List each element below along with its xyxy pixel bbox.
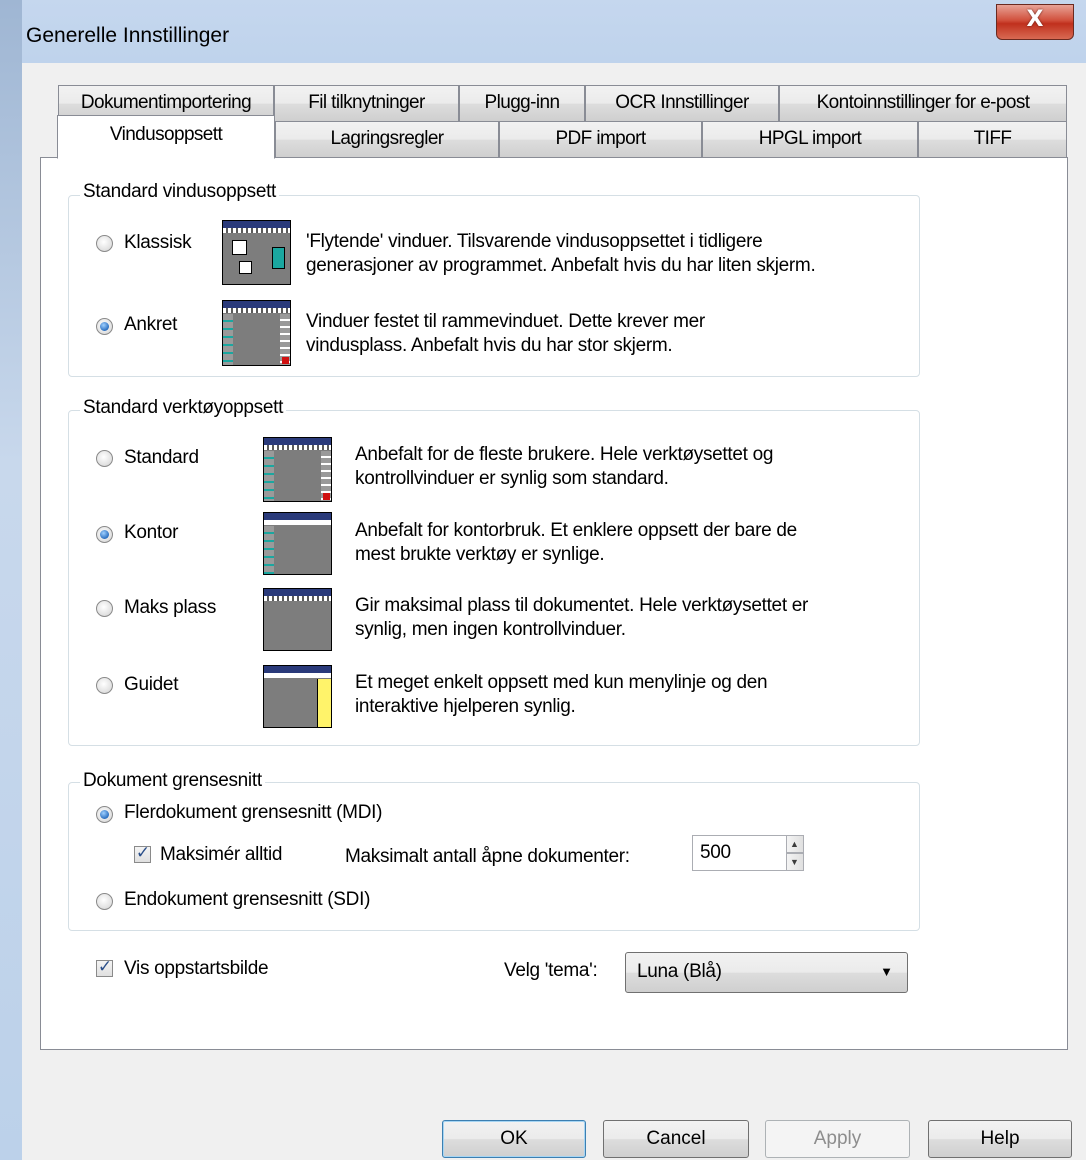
window-frame-left-edge — [0, 0, 22, 1160]
tab-fil-tilknytninger[interactable]: Fil tilknytninger — [274, 85, 459, 121]
label-maksimer-alltid[interactable]: Maksimér alltid — [160, 844, 283, 866]
label-ankret[interactable]: Ankret — [124, 314, 177, 336]
radio-mdi[interactable] — [96, 806, 113, 823]
radio-klassisk[interactable] — [96, 235, 113, 252]
radio-ankret[interactable] — [96, 318, 113, 335]
theme-dropdown[interactable]: Luna (Blå) ▼ — [625, 952, 908, 993]
check-icon: ✓ — [135, 843, 151, 863]
help-button[interactable]: Help — [928, 1120, 1072, 1158]
maks-plass-layout-preview — [263, 588, 332, 651]
tool-layout-legend: Standard verktøyoppsett — [80, 397, 287, 419]
document-interface-legend: Dokument grensesnitt — [80, 770, 265, 792]
label-velg-tema: Velg 'tema': — [504, 960, 598, 981]
label-mdi[interactable]: Flerdokument grensesnitt (MDI) — [124, 802, 382, 824]
ankret-layout-preview — [222, 300, 291, 366]
apply-button[interactable]: Apply — [765, 1120, 910, 1158]
desc-klassisk: 'Flytende' vinduer. Tilsvarende vindusop… — [306, 231, 816, 276]
klassisk-layout-preview — [222, 220, 291, 285]
cancel-button[interactable]: Cancel — [603, 1120, 749, 1158]
max-docs-value: 500 — [700, 842, 731, 863]
label-maks-plass[interactable]: Maks plass — [124, 597, 216, 619]
tab-ocr-innstillinger[interactable]: OCR Innstillinger — [585, 85, 779, 121]
radio-standard[interactable] — [96, 450, 113, 467]
tab-hpgl-import[interactable]: HPGL import — [702, 121, 918, 157]
tab-pdf-import[interactable]: PDF import — [499, 121, 702, 157]
desc-guidet: Et meget enkelt oppsett med kun menylinj… — [355, 672, 768, 717]
radio-maks-plass[interactable] — [96, 600, 113, 617]
label-guidet[interactable]: Guidet — [124, 674, 178, 696]
window-title: Generelle Innstillinger — [26, 24, 230, 47]
spin-down-icon: ▼ — [790, 857, 799, 867]
close-icon: X — [1026, 7, 1044, 32]
label-sdi[interactable]: Endokument grensesnitt (SDI) — [124, 889, 370, 911]
standard-layout-preview — [263, 437, 332, 502]
radio-kontor[interactable] — [96, 526, 113, 543]
tab-tiff[interactable]: TIFF — [918, 121, 1067, 157]
spin-down-button[interactable]: ▼ — [786, 853, 804, 871]
label-max-docs: Maksimalt antall åpne dokumenter: — [345, 846, 630, 867]
desc-ankret: Vinduer festet til rammevinduet. Dette k… — [306, 311, 705, 356]
desc-maks-plass: Gir maksimal plass til dokumentet. Hele … — [355, 595, 809, 640]
check-icon: ✓ — [97, 957, 113, 977]
spin-up-button[interactable]: ▲ — [786, 835, 804, 853]
max-docs-input[interactable]: 500 — [692, 835, 790, 871]
checkbox-maksimer-alltid[interactable]: ✓ — [134, 843, 151, 863]
kontor-layout-preview — [263, 512, 332, 575]
ok-button[interactable]: OK — [442, 1120, 586, 1158]
guidet-layout-preview — [263, 665, 332, 728]
tab-kontoinnstillinger[interactable]: Kontoinnstillinger for e-post — [779, 85, 1067, 121]
checkbox-vis-oppstartsbilde[interactable]: ✓ — [96, 957, 113, 977]
desc-kontor: Anbefalt for kontorbruk. Et enklere opps… — [355, 520, 797, 565]
spin-up-icon: ▲ — [790, 839, 799, 849]
radio-sdi[interactable] — [96, 893, 113, 910]
label-klassisk[interactable]: Klassisk — [124, 232, 192, 254]
label-standard[interactable]: Standard — [124, 447, 199, 469]
theme-selected-value: Luna (Blå) — [637, 961, 722, 982]
tab-plugg-inn[interactable]: Plugg-inn — [459, 85, 585, 121]
radio-guidet[interactable] — [96, 677, 113, 694]
tab-lagringsregler[interactable]: Lagringsregler — [275, 121, 499, 157]
chevron-down-icon: ▼ — [880, 964, 893, 979]
window-layout-legend: Standard vindusoppsett — [80, 181, 280, 203]
close-button[interactable]: X — [996, 4, 1074, 40]
label-vis-oppstartsbilde[interactable]: Vis oppstartsbilde — [124, 958, 269, 980]
tab-vindusoppsett[interactable]: Vindusoppsett — [57, 115, 275, 159]
label-kontor[interactable]: Kontor — [124, 522, 178, 544]
desc-standard: Anbefalt for de fleste brukere. Hele ver… — [355, 444, 774, 489]
